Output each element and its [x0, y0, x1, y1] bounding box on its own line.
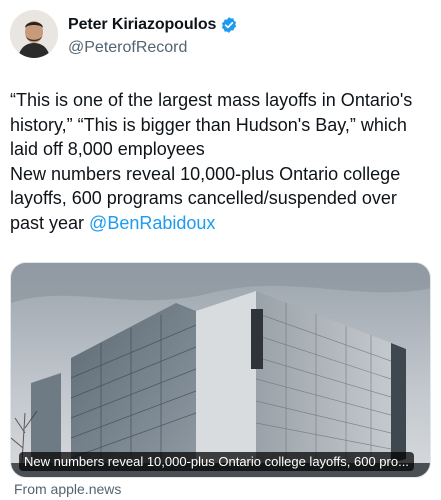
card-caption: New numbers reveal 10,000-plus Ontario c… — [19, 452, 414, 471]
mention-link[interactable]: @BenRabidoux — [89, 213, 215, 233]
author-avatar[interactable] — [10, 10, 58, 58]
tweet-text-line: laid off 8,000 employees — [10, 139, 205, 159]
tweet-text-fragment: past year — [10, 212, 90, 233]
card-source[interactable]: From apple.news — [14, 481, 121, 497]
card-image — [11, 263, 430, 477]
tweet-text-line: New numbers reveal 10,000-plus Ontario c… — [10, 163, 401, 184]
tweet-header: Peter Kiriazopoulos @PeterofRecord — [10, 10, 431, 66]
author-display-name[interactable]: Peter Kiriazopoulos — [68, 16, 216, 34]
tweet-text-line: layoffs, 600 programs cancelled/suspende… — [10, 188, 397, 208]
link-preview-card[interactable]: New numbers reveal 10,000-plus Ontario c… — [10, 262, 431, 478]
tweet-text: “This is one of the largest mass layoffs… — [10, 88, 434, 235]
tweet-text-line: history,” “This is bigger than Hudson's … — [10, 114, 407, 135]
tweet-text-line: “This is one of the largest mass layoffs… — [10, 90, 413, 110]
tweet-text-line-last: past year @BenRabidoux — [10, 211, 434, 236]
author-name-row: Peter Kiriazopoulos — [68, 16, 238, 34]
verified-badge-icon — [220, 16, 238, 34]
author-handle[interactable]: @PeterofRecord — [68, 39, 187, 57]
